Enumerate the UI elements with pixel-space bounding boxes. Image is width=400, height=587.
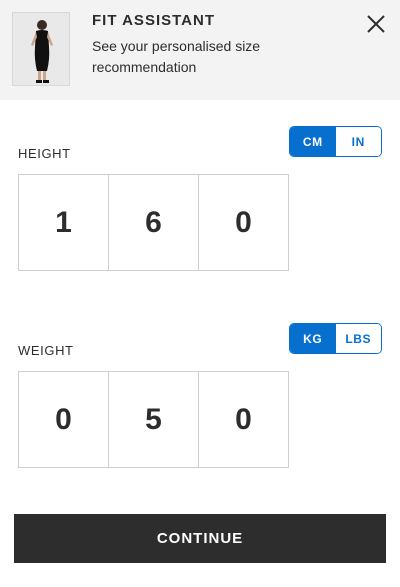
height-digit-2[interactable]: 6 [108,174,199,271]
height-digits: 1 6 0 [18,174,289,271]
weight-label: WEIGHT [18,343,74,358]
page-title: FIT ASSISTANT [92,12,215,29]
height-label: HEIGHT [18,146,71,161]
page-subtitle: See your personalised size recommendatio… [92,38,261,75]
height-unit-in[interactable]: IN [335,127,381,156]
close-icon[interactable] [366,14,386,34]
weight-unit-kg[interactable]: KG [290,324,336,353]
product-thumbnail [12,12,70,86]
weight-digit-2[interactable]: 5 [108,371,199,468]
height-unit-cm[interactable]: CM [290,127,336,156]
weight-unit-toggle[interactable]: KG LBS [289,323,382,354]
height-digit-3[interactable]: 0 [198,174,289,271]
height-unit-toggle[interactable]: CM IN [289,126,382,157]
weight-digits: 0 5 0 [18,371,289,468]
weight-digit-1[interactable]: 0 [18,371,109,468]
weight-digit-3[interactable]: 0 [198,371,289,468]
continue-button[interactable]: CONTINUE [14,514,386,563]
fit-assistant-header: FIT ASSISTANT See your personalised size… [0,0,400,100]
weight-unit-lbs[interactable]: LBS [335,324,381,353]
height-digit-1[interactable]: 1 [18,174,109,271]
